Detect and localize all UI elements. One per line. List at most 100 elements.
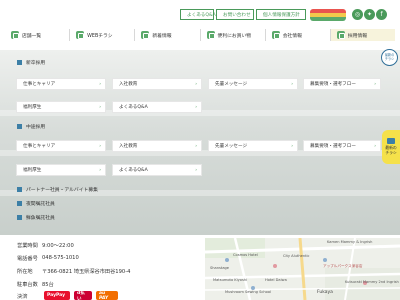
menu-item-label: 先輩メッセージ (215, 82, 248, 87)
mid-career-career-link[interactable]: 仕事とキャリア › (16, 140, 106, 152)
map-label: City Aluthentic (283, 254, 310, 258)
flyer-icon (76, 31, 85, 39)
square-bullet-icon (17, 201, 22, 206)
section-label: 新卒採用 (26, 61, 46, 66)
parking-row: 駐車台数 85台 (17, 281, 54, 288)
night-staff-link[interactable]: 夜間嘱託社員 (17, 200, 55, 207)
row-value: 85台 (42, 282, 54, 288)
menu-item-label: 仕事とキャリア (23, 82, 56, 87)
phone-row: 電話番号 048-575-1010 (17, 255, 79, 262)
section-label: 中途採用 (26, 125, 46, 130)
cart-icon (206, 31, 215, 39)
arrow-right-icon: › (195, 82, 197, 87)
mid-career-benefits-link[interactable]: 福利厚生 › (16, 164, 106, 176)
book-icon (387, 138, 395, 145)
address-row: 所在地 〒366-0821 埼玉県深谷市田谷190-4 (17, 268, 130, 275)
arrow-right-icon: › (99, 168, 101, 173)
menu-item-label: 福利厚生 (23, 105, 42, 110)
float-button-line2: チラシ (384, 56, 395, 61)
latest-flyer-tab[interactable]: 最新の チラシ (382, 130, 400, 164)
menu-item-label: 先輩メッセージ (215, 144, 248, 149)
brand-stripe (310, 9, 346, 21)
faq-link[interactable]: よくあるQ&A (180, 9, 216, 20)
nav-shopping[interactable]: 便利にお買い物 (199, 29, 265, 41)
new-grad-training-link[interactable]: 入社教育 › (112, 78, 202, 90)
section-label: 夜間嘱託社員 (26, 202, 55, 207)
arrow-right-icon: › (374, 82, 376, 87)
payment-row: 決済 (17, 293, 42, 300)
menu-item-label: 福利厚生 (23, 168, 42, 173)
map-label: Cosmos Hotel (233, 253, 258, 257)
partner-recruit-link[interactable]: パートナー社員・アルバイト募集 (17, 186, 98, 193)
nav-label: 新着情報 (152, 33, 172, 39)
mid-career-faq-link[interactable]: よくあるQ&A › (112, 164, 202, 176)
shop-icon (11, 31, 19, 39)
menu-item-label: よくあるQ&A (119, 105, 148, 110)
nav-company[interactable]: 会社情報 (264, 29, 330, 41)
fish-staff-link[interactable]: 鮮魚嘱託社員 (17, 214, 55, 221)
new-grad-career-link[interactable]: 仕事とキャリア › (16, 78, 106, 90)
menu-item-label: よくあるQ&A (119, 168, 148, 173)
au-pay-logo: au PAY (96, 291, 118, 300)
mid-career-senior-message-link[interactable]: 先輩メッセージ › (208, 140, 298, 152)
new-grad-requirements-link[interactable]: 募集要項・選考フロー › (303, 78, 381, 90)
menu-item-label: 入社教育 (119, 144, 138, 149)
nav-web-flyer[interactable]: WEBチラシ (69, 29, 134, 41)
row-label: 所在地 (17, 269, 33, 275)
nav-label: 便利にお買い物 (217, 33, 252, 39)
nav-label: WEBチラシ (87, 33, 113, 39)
phone-number[interactable]: 048-575-1010 (42, 255, 79, 262)
privacy-policy-link[interactable]: 個人情報保護方針 (256, 9, 306, 20)
map-label: Shanstage (210, 266, 230, 270)
section-label: 鮮魚嘱託社員 (26, 216, 55, 221)
map-label: Matsumoto Kiyoshi (213, 278, 248, 282)
row-label: 駐車台数 (17, 282, 38, 288)
twitter-icon[interactable]: ✦ (364, 9, 375, 20)
row-value: 〒366-0821 埼玉県深谷市田谷190-4 (42, 269, 131, 275)
nav-news[interactable]: 新着情報 (134, 29, 199, 41)
arrow-right-icon: › (374, 144, 376, 149)
menu-item-label: 入社教育 (119, 82, 138, 87)
nav-label: 会社情報 (282, 33, 302, 39)
side-tab-line2: チラシ (385, 150, 397, 155)
new-grad-heading[interactable]: 新卒採用 (17, 59, 45, 66)
hours-row: 営業時間 9:00〜22:00 (17, 242, 74, 249)
arrow-right-icon: › (195, 168, 197, 173)
recruit-icon (336, 31, 345, 39)
square-bullet-icon (17, 124, 22, 129)
row-label: 決済 (17, 294, 28, 300)
arrow-right-icon: › (99, 144, 101, 149)
d-barai-logo: d払い (74, 291, 92, 300)
paypay-logo: PayPay (44, 291, 70, 300)
mid-career-training-link[interactable]: 入社教育 › (112, 140, 202, 152)
map-label: Fukaya (317, 290, 333, 295)
square-bullet-icon (17, 187, 22, 192)
instagram-icon[interactable]: ◎ (352, 9, 363, 20)
building-icon (271, 31, 280, 39)
news-icon (141, 31, 150, 39)
mid-career-heading[interactable]: 中途採用 (17, 123, 45, 130)
arrow-right-icon: › (291, 82, 293, 87)
map-label: Hotel Daiwa (265, 278, 287, 282)
store-map[interactable]: Kamen Mammy & Ingrish Cosmos Hotel City … (205, 238, 400, 300)
contact-link[interactable]: お問い合わせ (216, 9, 254, 20)
mid-career-requirements-link[interactable]: 募集要項・選考フロー › (303, 140, 381, 152)
recruit-dropdown-menu: 新卒採用 仕事とキャリア › 入社教育 › 先輩メッセージ › 募集要項・選考フロー ›… (8, 52, 392, 234)
nav-store-list[interactable]: 店舗一覧 (5, 29, 69, 41)
new-grad-senior-message-link[interactable]: 先輩メッセージ › (208, 78, 298, 90)
row-label: 電話番号 (17, 256, 38, 262)
utility-links: よくあるQ&A お問い合わせ 個人情報保護方針 (180, 9, 306, 20)
latest-flyer-button[interactable]: 最新の チラシ (381, 49, 398, 66)
arrow-right-icon: › (99, 105, 101, 110)
site-header: よくあるQ&A お問い合わせ 個人情報保護方針 ◎ ✦ f 店舗一覧 WEBチラ… (0, 0, 400, 50)
payment-methods: PayPay d払い au PAY (44, 291, 118, 300)
menu-item-label: 募集要項・選考フロー (310, 82, 356, 87)
arrow-right-icon: › (291, 144, 293, 149)
facebook-icon[interactable]: f (376, 9, 387, 20)
new-grad-faq-link[interactable]: よくあるQ&A › (112, 101, 202, 113)
nav-recruit[interactable]: 採用情報 (329, 29, 396, 41)
arrow-right-icon: › (195, 144, 197, 149)
arrow-right-icon: › (195, 105, 197, 110)
row-value: 9:00〜22:00 (42, 243, 74, 249)
new-grad-benefits-link[interactable]: 福利厚生 › (16, 101, 106, 113)
